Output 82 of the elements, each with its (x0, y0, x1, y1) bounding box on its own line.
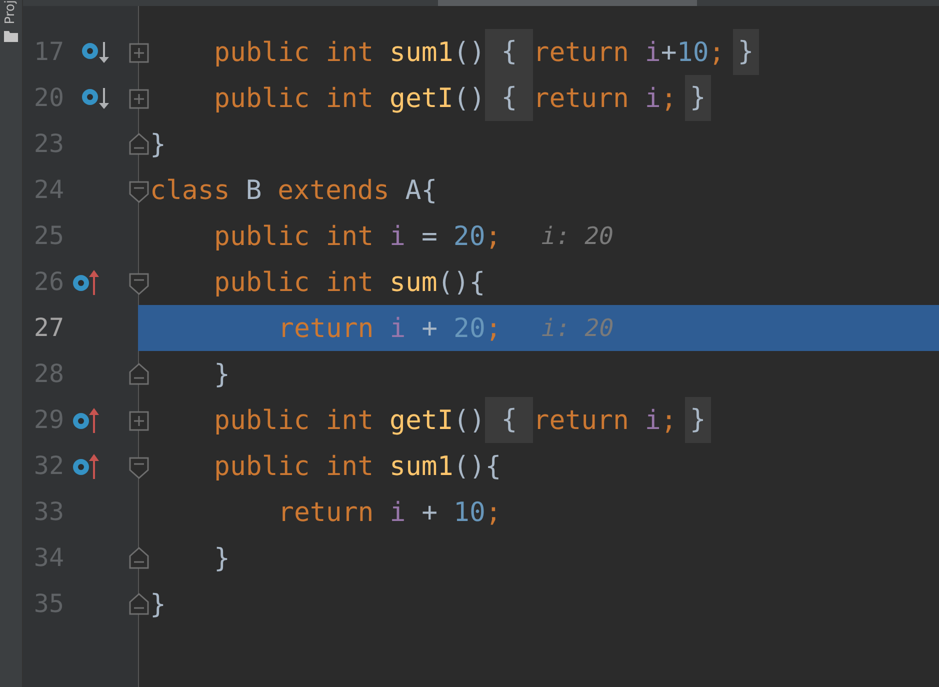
folded-block: { (485, 29, 534, 75)
inlay-hint: i: 20 (541, 314, 614, 342)
field-name: i (644, 36, 661, 68)
keyword-token: public (214, 266, 311, 298)
keyword-token: ; (485, 220, 502, 252)
keyword-token: class (150, 174, 231, 206)
scrollbar-thumb[interactable] (438, 0, 697, 6)
number-literal: 20 (453, 220, 486, 252)
keyword-token: return (533, 404, 630, 436)
code-text: B (246, 174, 263, 206)
keyword-token: public (214, 220, 311, 252)
collapse-fold-icon[interactable] (129, 593, 149, 617)
keyword-token: public (214, 404, 311, 436)
method-name: getI (390, 404, 454, 436)
method-name: getI (390, 82, 454, 114)
collapse-fold-icon[interactable] (129, 547, 149, 571)
folded-block: } (684, 397, 711, 443)
code-text: () (453, 404, 486, 436)
collapse-fold-icon[interactable] (129, 455, 149, 479)
keyword-token: int (326, 404, 375, 436)
code-text: } (150, 128, 166, 160)
folded-block: { (485, 397, 534, 443)
expand-fold-icon[interactable] (129, 87, 149, 111)
keyword-token: extends (278, 174, 390, 206)
code-text: () (453, 36, 486, 68)
collapse-fold-icon[interactable] (129, 179, 149, 203)
keyword-token: return (278, 496, 375, 528)
keyword-token: int (326, 266, 375, 298)
keyword-token: ; (660, 404, 677, 436)
field-name: i (644, 82, 661, 114)
field-name: i (390, 220, 406, 252)
keyword-token: public (214, 450, 311, 482)
code-text: + (420, 312, 439, 344)
collapse-fold-icon[interactable] (129, 133, 149, 157)
keyword-token: ; (660, 82, 677, 114)
keyword-token: public (214, 36, 311, 68)
keyword-token: ; (485, 312, 502, 344)
collapse-fold-icon[interactable] (129, 271, 149, 295)
code-text: A{ (405, 174, 438, 206)
overrides-up-icon[interactable] (72, 407, 102, 433)
code-text: () (453, 82, 486, 114)
code-text: } (150, 588, 166, 620)
keyword-token: int (326, 36, 375, 68)
method-name: sum (390, 266, 438, 298)
keyword-token: int (326, 220, 375, 252)
code-text: = (420, 220, 438, 252)
keyword-token: return (533, 36, 630, 68)
field-name: i (644, 404, 661, 436)
field-name: i (390, 312, 406, 344)
keyword-token: ; (708, 36, 725, 68)
folder-icon[interactable] (4, 30, 18, 42)
folded-block: { (485, 75, 534, 121)
project-tab[interactable]: Proj (0, 0, 22, 24)
expand-fold-icon[interactable] (129, 41, 149, 65)
expand-fold-icon[interactable] (129, 409, 149, 433)
code-text: (){ (453, 450, 502, 482)
folded-block: } (684, 75, 711, 121)
overrides-up-icon[interactable] (72, 453, 102, 479)
keyword-token: int (326, 82, 375, 114)
number-literal: 10 (454, 496, 486, 528)
method-name: sum1 (390, 450, 454, 482)
implemented-down-icon[interactable] (81, 86, 111, 110)
inlay-hint: i: 20 (541, 222, 614, 250)
field-name: i (390, 496, 406, 528)
code-text: (){ (437, 266, 486, 298)
folded-block: } (732, 29, 759, 75)
keyword-token: return (278, 312, 375, 344)
overrides-up-icon[interactable] (72, 269, 102, 295)
collapse-fold-icon[interactable] (129, 363, 149, 387)
keyword-token: public (214, 82, 311, 114)
code-text: } (214, 542, 230, 574)
code-text: + (420, 496, 439, 528)
code-text: } (214, 358, 230, 390)
keyword-token: ; (485, 496, 502, 528)
keyword-token: int (326, 450, 375, 482)
number-literal: 20 (454, 312, 486, 344)
method-name: sum1 (390, 36, 454, 68)
implemented-down-icon[interactable] (81, 40, 111, 64)
line-number: 27 (32, 312, 64, 344)
keyword-token: return (533, 82, 630, 114)
code-text: + (660, 36, 677, 68)
number-literal: 10 (676, 36, 709, 68)
